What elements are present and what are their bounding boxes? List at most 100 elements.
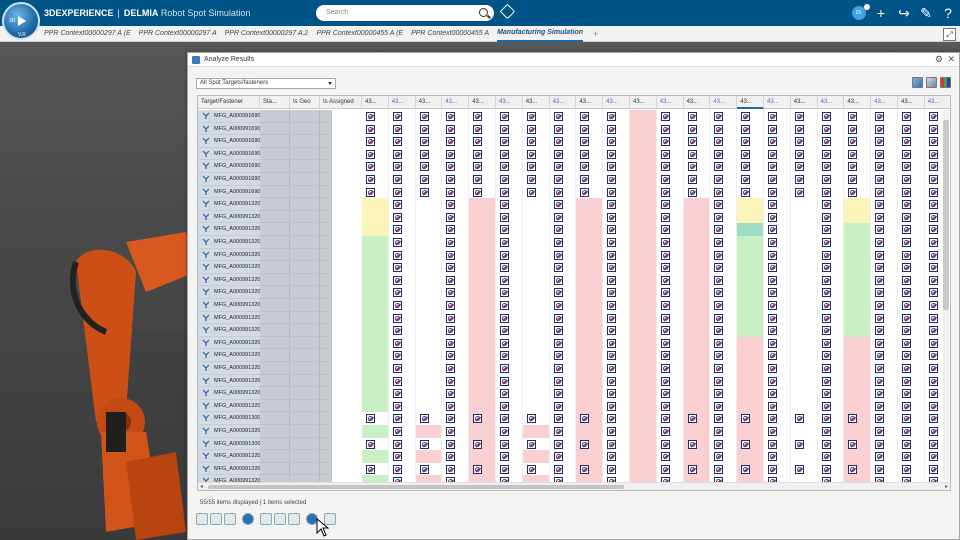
result-cell[interactable] [683, 412, 711, 425]
result-cell[interactable] [576, 273, 604, 287]
analyze-icon[interactable] [288, 513, 300, 525]
result-cell[interactable] [496, 311, 523, 325]
result-cell[interactable] [791, 122, 818, 136]
result-cell[interactable] [550, 110, 577, 123]
result-cell[interactable] [844, 412, 872, 425]
filter-icon[interactable] [912, 77, 923, 88]
result-cell[interactable] [550, 437, 577, 451]
result-cell[interactable] [657, 248, 684, 262]
result-cell[interactable] [469, 374, 496, 388]
result-cell[interactable] [496, 437, 523, 451]
result-cell[interactable] [576, 362, 604, 375]
result-cell[interactable] [657, 299, 684, 312]
result-cell[interactable] [416, 462, 443, 476]
result-cell[interactable] [416, 362, 443, 375]
result-cell[interactable] [576, 261, 604, 274]
result-cell[interactable] [791, 412, 818, 425]
result-cell[interactable] [469, 311, 496, 325]
result-cell[interactable] [469, 198, 496, 211]
result-column-header[interactable]: 43... [684, 96, 711, 109]
result-cell[interactable] [844, 261, 872, 274]
result-cell[interactable] [710, 236, 738, 249]
result-cell[interactable] [710, 425, 738, 438]
col-is-assigned[interactable]: Is Assigned [320, 96, 362, 109]
result-cell[interactable] [818, 336, 845, 350]
result-cell[interactable] [871, 299, 898, 312]
result-cell[interactable] [442, 299, 470, 312]
result-cell[interactable] [362, 374, 389, 388]
search-icon[interactable] [479, 8, 488, 17]
result-cell[interactable] [362, 248, 389, 262]
result-cell[interactable] [683, 462, 711, 476]
result-cell[interactable] [737, 374, 764, 388]
result-cell[interactable] [844, 223, 872, 236]
result-cell[interactable] [550, 425, 577, 438]
result-cell[interactable] [898, 223, 925, 236]
tab-ppr-1[interactable]: PPR Context00000297 A (E [44, 30, 131, 37]
result-cell[interactable] [550, 324, 577, 337]
result-cell[interactable] [496, 198, 523, 211]
result-cell[interactable] [791, 450, 818, 463]
result-cell[interactable] [550, 273, 577, 287]
result-cell[interactable] [898, 110, 925, 123]
search-input[interactable]: Search [316, 5, 494, 21]
tool-change-icon[interactable] [274, 513, 286, 525]
result-cell[interactable] [603, 210, 630, 224]
result-cell[interactable] [442, 160, 470, 173]
result-cell[interactable] [871, 286, 898, 299]
result-cell[interactable] [871, 223, 898, 236]
result-cell[interactable] [844, 236, 872, 249]
result-cell[interactable] [630, 349, 657, 362]
result-cell[interactable] [496, 185, 523, 199]
result-cell[interactable] [764, 387, 791, 400]
avatar[interactable]: DL [852, 4, 870, 20]
result-cell[interactable] [496, 160, 523, 173]
result-cell[interactable] [442, 173, 470, 186]
result-cell[interactable] [550, 173, 577, 186]
result-cell[interactable] [898, 185, 925, 199]
result-cell[interactable] [389, 135, 416, 148]
result-cell[interactable] [871, 273, 898, 287]
result-cell[interactable] [389, 173, 416, 186]
result-cell[interactable] [737, 248, 764, 262]
result-cell[interactable] [496, 248, 523, 262]
result-cell[interactable] [469, 135, 496, 148]
result-cell[interactable] [871, 362, 898, 375]
result-cell[interactable] [791, 261, 818, 274]
result-cell[interactable] [764, 223, 791, 236]
result-cell[interactable] [657, 185, 684, 199]
result-cell[interactable] [737, 261, 764, 274]
result-cell[interactable] [576, 299, 604, 312]
result-cell[interactable] [710, 248, 738, 262]
result-cell[interactable] [898, 210, 925, 224]
result-cell[interactable] [791, 399, 818, 413]
result-cell[interactable] [630, 399, 657, 413]
result-cell[interactable] [657, 286, 684, 299]
reach-icon[interactable] [210, 513, 222, 525]
result-cell[interactable] [603, 362, 630, 375]
result-cell[interactable] [389, 147, 416, 161]
result-cell[interactable] [362, 286, 389, 299]
result-cell[interactable] [523, 362, 550, 375]
result-cell[interactable] [362, 425, 389, 438]
result-cell[interactable] [710, 299, 738, 312]
result-cell[interactable] [818, 173, 845, 186]
result-cell[interactable] [550, 248, 577, 262]
result-cell[interactable] [898, 299, 925, 312]
result-cell[interactable] [442, 223, 470, 236]
result-cell[interactable] [523, 412, 550, 425]
result-cell[interactable] [442, 399, 470, 413]
result-cell[interactable] [684, 110, 711, 123]
result-cell[interactable] [416, 311, 443, 325]
result-cell[interactable] [603, 299, 630, 312]
result-cell[interactable] [362, 349, 389, 362]
result-cell[interactable] [362, 387, 389, 400]
result-cell[interactable] [523, 336, 550, 350]
result-cell[interactable] [764, 248, 791, 262]
result-cell[interactable] [764, 110, 791, 123]
result-cell[interactable] [389, 437, 416, 451]
result-cell[interactable] [684, 147, 711, 161]
result-cell[interactable] [630, 185, 657, 199]
result-cell[interactable] [523, 122, 550, 136]
result-cell[interactable] [496, 324, 523, 337]
